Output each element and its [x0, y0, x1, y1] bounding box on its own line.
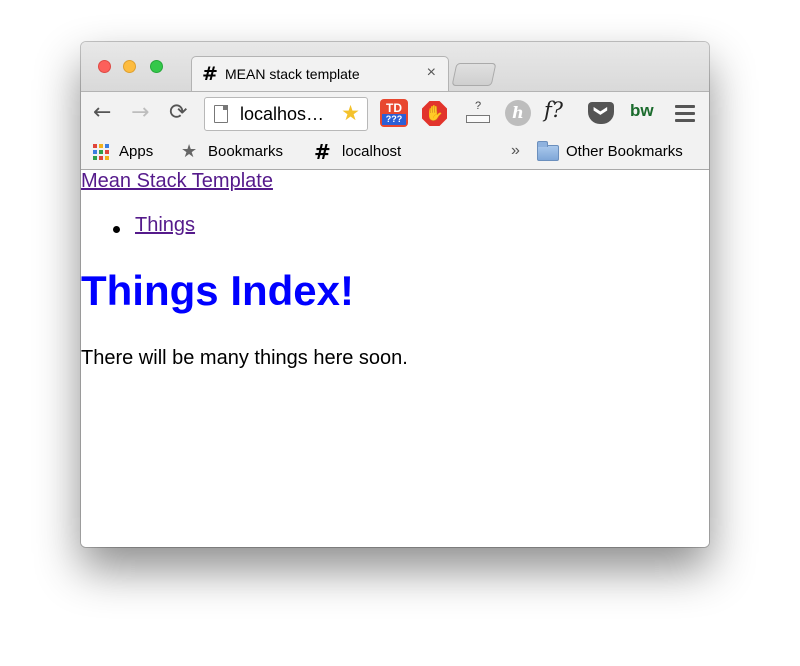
bookmark-bookmarks[interactable]: Bookmarks	[208, 135, 283, 169]
close-tab-icon[interactable]: ×	[427, 64, 436, 82]
fq-extension-icon[interactable]: f?	[544, 98, 576, 126]
list-bullet	[113, 226, 120, 233]
things-link[interactable]: Things	[135, 214, 195, 237]
h-extension-icon[interactable]: h	[505, 100, 531, 126]
reload-icon[interactable]: ⟳	[169, 98, 187, 128]
page-content: Mean Stack Template Things Things Index!…	[81, 170, 709, 547]
hamburger-menu-icon[interactable]	[675, 105, 695, 123]
hash-favicon-icon: #	[202, 63, 218, 85]
browser-tab[interactable]: # MEAN stack template ×	[191, 56, 449, 91]
bookmarks-overflow-chevron-icon[interactable]: »	[511, 135, 520, 167]
stop-hand-glyph: ✋	[425, 105, 444, 122]
h-extension-label: h	[512, 103, 524, 122]
bookmark-apps[interactable]: Apps	[119, 135, 153, 169]
unknown-extension-label: ?	[474, 100, 482, 112]
folder-icon	[537, 141, 559, 161]
pocket-extension-icon[interactable]: ❯	[588, 102, 614, 124]
bookmark-localhost[interactable]: localhost	[342, 135, 401, 169]
other-bookmarks[interactable]: Other Bookmarks	[566, 135, 683, 169]
td-extension-label: TD	[386, 101, 402, 115]
browser-window: # MEAN stack template × ← → ⟳ localhos… …	[81, 42, 709, 547]
url-text[interactable]: localhos…	[240, 104, 324, 125]
adblock-stop-hand-icon[interactable]: ✋	[422, 101, 447, 126]
forward-arrow-icon[interactable]: →	[131, 98, 149, 128]
td-extension-badge: ???	[382, 114, 406, 125]
bookmark-star-icon[interactable]: ★	[341, 101, 360, 125]
new-tab-button[interactable]	[451, 63, 497, 86]
back-arrow-icon[interactable]: ←	[93, 98, 111, 128]
page-title: Things Index!	[81, 267, 354, 314]
pocket-chevron-glyph: ❯	[594, 105, 609, 117]
page-document-icon	[214, 105, 228, 123]
zoom-window-button[interactable]	[150, 60, 163, 73]
unknown-extension-icon[interactable]: ?	[464, 100, 492, 128]
bookmarks-star-icon: ★	[181, 141, 198, 162]
td-extension-icon[interactable]: TD ???	[380, 99, 408, 127]
apps-grid-icon[interactable]	[93, 144, 110, 161]
page-description: There will be many things here soon.	[81, 347, 408, 369]
minimize-window-button[interactable]	[123, 60, 136, 73]
bw-extension-icon[interactable]: bw	[630, 101, 658, 129]
localhost-hash-icon: #	[314, 140, 331, 164]
tab-title: MEAN stack template	[225, 66, 360, 82]
address-bar[interactable]: localhos… ★	[204, 97, 368, 131]
title-bar: # MEAN stack template ×	[81, 42, 709, 91]
unknown-extension-bar	[466, 115, 490, 123]
close-window-button[interactable]	[98, 60, 111, 73]
browser-toolbar: ← → ⟳ localhos… ★ TD ??? ✋ ? h f? ❯ bw	[81, 91, 709, 135]
brand-link[interactable]: Mean Stack Template	[81, 170, 273, 193]
bookmarks-bar: Apps ★ Bookmarks # localhost » Other Boo…	[81, 135, 709, 170]
